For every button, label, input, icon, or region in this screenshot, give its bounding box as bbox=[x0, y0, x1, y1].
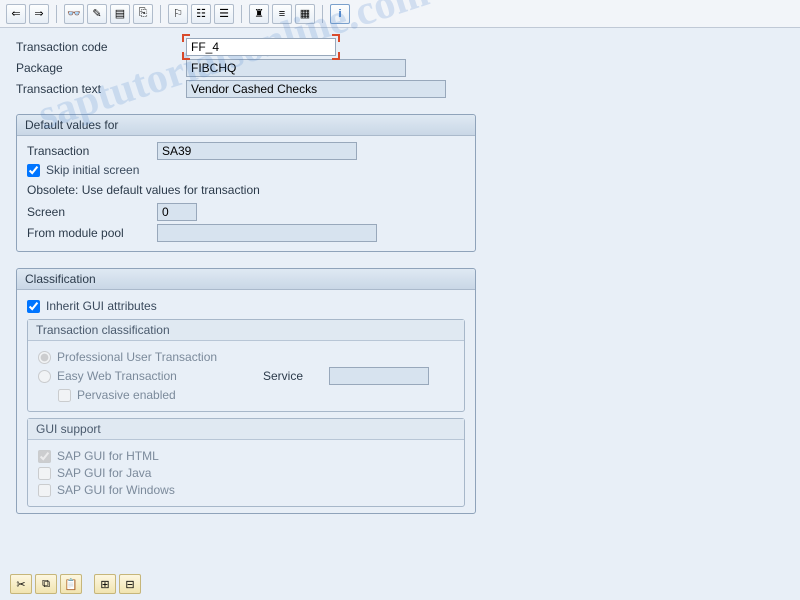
modulepool-label: From module pool bbox=[27, 226, 157, 240]
defaults-title: Default values for bbox=[17, 115, 475, 136]
gui-support-title: GUI support bbox=[28, 419, 464, 440]
copy-icon[interactable]: ⎘ bbox=[133, 4, 153, 24]
service-label: Service bbox=[263, 369, 323, 383]
ttext-input bbox=[186, 80, 446, 98]
copy-icon[interactable]: ⧉ bbox=[35, 574, 57, 594]
main-content: Transaction code Package Transaction tex… bbox=[0, 28, 800, 524]
inherit-gui-checkbox[interactable] bbox=[27, 300, 40, 313]
assign-icon[interactable]: ≡ bbox=[272, 4, 292, 24]
pervasive-label: Pervasive enabled bbox=[77, 388, 176, 402]
cut-icon[interactable]: ✂ bbox=[10, 574, 32, 594]
spacer bbox=[85, 574, 91, 594]
defaults-group: Default values for Transaction Skip init… bbox=[16, 114, 476, 252]
modulepool-input bbox=[157, 224, 377, 242]
where-used-icon[interactable]: ☷ bbox=[191, 4, 211, 24]
professional-radio bbox=[38, 351, 51, 364]
back-icon[interactable]: ⇐ bbox=[6, 4, 26, 24]
transaction-label: Transaction bbox=[27, 144, 157, 158]
inherit-gui-label: Inherit GUI attributes bbox=[46, 299, 157, 313]
forward-icon[interactable]: ⇒ bbox=[29, 4, 49, 24]
separator bbox=[322, 5, 323, 23]
classification-title: Classification bbox=[17, 269, 475, 290]
transaction-classification-title: Transaction classification bbox=[28, 320, 464, 341]
gui-windows-label: SAP GUI for Windows bbox=[57, 483, 175, 497]
display-change-icon[interactable]: ✎ bbox=[87, 4, 107, 24]
skip-initial-label: Skip initial screen bbox=[46, 163, 139, 177]
separator bbox=[241, 5, 242, 23]
service-input bbox=[329, 367, 429, 385]
bottom-toolbar: ✂ ⧉ 📋 ⊞ ⊟ bbox=[10, 574, 141, 594]
object-list-icon[interactable]: ☰ bbox=[214, 4, 234, 24]
gui-html-checkbox bbox=[38, 450, 51, 463]
app-toolbar: ⇐ ⇒ 👓 ✎ ▤ ⎘ ⚐ ☷ ☰ ♜ ≡ ▦ i bbox=[0, 0, 800, 28]
create-icon[interactable]: ▤ bbox=[110, 4, 130, 24]
skip-initial-checkbox[interactable] bbox=[27, 164, 40, 177]
easyweb-radio bbox=[38, 370, 51, 383]
gui-html-label: SAP GUI for HTML bbox=[57, 449, 159, 463]
transaction-input bbox=[157, 142, 357, 160]
separator bbox=[160, 5, 161, 23]
transaction-classification-group: Transaction classification Professional … bbox=[27, 319, 465, 412]
tcode-input[interactable] bbox=[186, 38, 336, 56]
professional-label: Professional User Transaction bbox=[57, 350, 217, 364]
classification-group: Classification Inherit GUI attributes Tr… bbox=[16, 268, 476, 514]
package-input bbox=[186, 59, 406, 77]
transport-icon[interactable]: ▦ bbox=[295, 4, 315, 24]
gui-support-group: GUI support SAP GUI for HTML SAP GUI for… bbox=[27, 418, 465, 507]
hierarchy-icon[interactable]: ♜ bbox=[249, 4, 269, 24]
screen-label: Screen bbox=[27, 205, 157, 219]
tcode-input-wrap bbox=[186, 38, 336, 56]
info-icon[interactable]: i bbox=[330, 4, 350, 24]
easyweb-label: Easy Web Transaction bbox=[57, 369, 257, 383]
separator bbox=[56, 5, 57, 23]
screen-input bbox=[157, 203, 197, 221]
ttext-label: Transaction text bbox=[16, 82, 186, 96]
insert-row-icon[interactable]: ⊞ bbox=[94, 574, 116, 594]
gui-java-checkbox bbox=[38, 467, 51, 480]
obsolete-text: Obsolete: Use default values for transac… bbox=[27, 183, 465, 197]
test-icon[interactable]: ⚐ bbox=[168, 4, 188, 24]
pervasive-checkbox bbox=[58, 389, 71, 402]
paste-icon[interactable]: 📋 bbox=[60, 574, 82, 594]
delete-row-icon[interactable]: ⊟ bbox=[119, 574, 141, 594]
glasses-icon[interactable]: 👓 bbox=[64, 4, 84, 24]
tcode-label: Transaction code bbox=[16, 40, 186, 54]
gui-java-label: SAP GUI for Java bbox=[57, 466, 151, 480]
gui-windows-checkbox bbox=[38, 484, 51, 497]
package-label: Package bbox=[16, 61, 186, 75]
